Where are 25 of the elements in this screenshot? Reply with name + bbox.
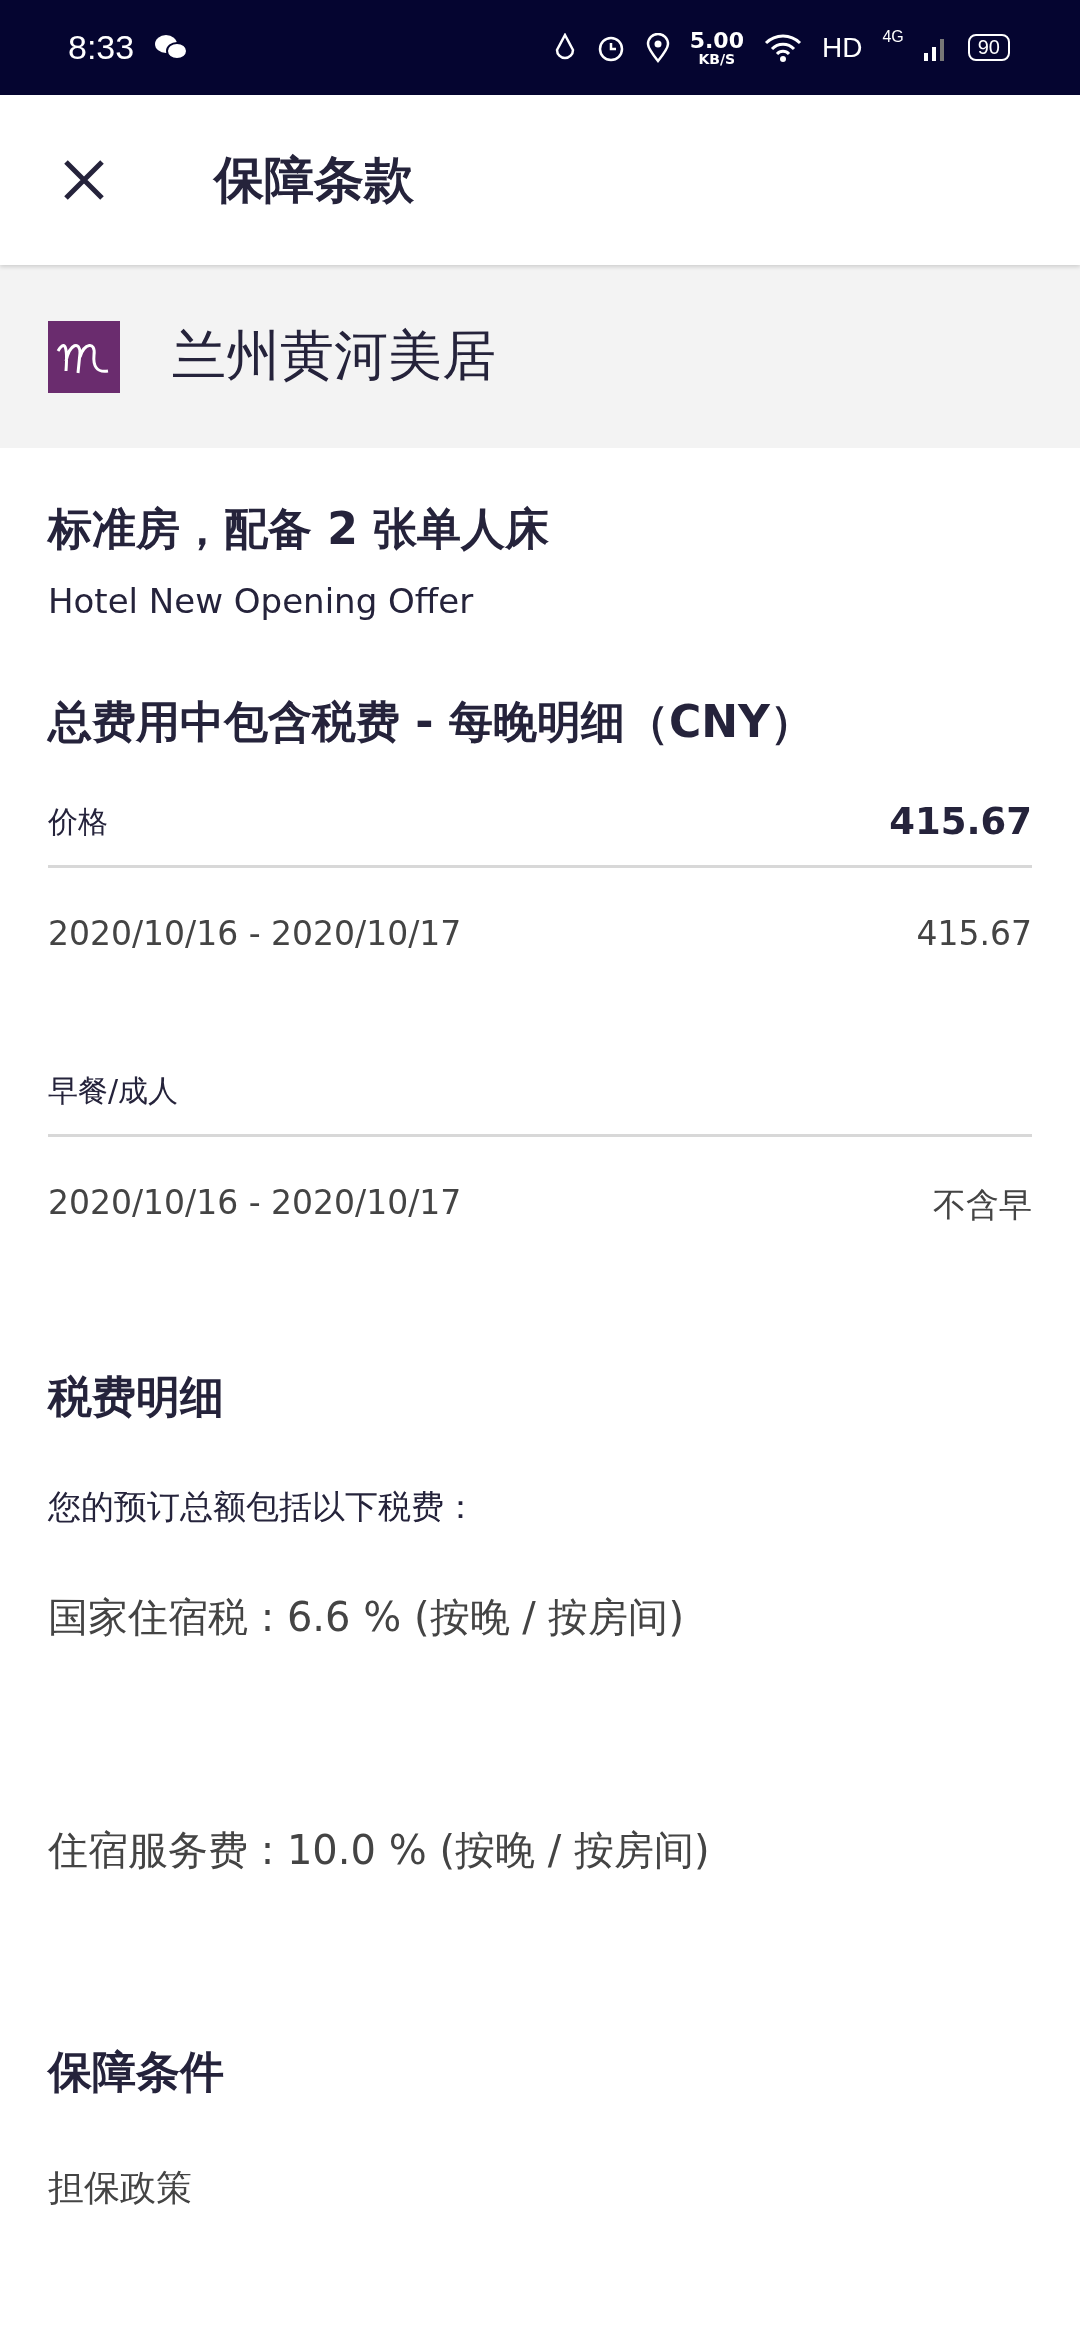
network-type: 4G bbox=[882, 28, 904, 46]
wifi-icon bbox=[763, 32, 802, 63]
room-title: 标准房，配备 2 张单人床 bbox=[48, 502, 551, 556]
group-label: 早餐/成人 bbox=[48, 1072, 179, 1110]
tax-item: 国家住宿税 : 6.6 % (按晚 / 按房间) bbox=[48, 1593, 686, 1642]
policy-title: 担保政策 bbox=[48, 2166, 193, 2210]
tax-intro: 您的预订总额包括以下税费： bbox=[48, 1486, 478, 1528]
section-title: 税费明细 bbox=[48, 1370, 225, 1424]
section-title: 总费用中包含税费 - 每晚明细（CNY） bbox=[48, 695, 815, 749]
network-speed: 5.00 KB/S bbox=[689, 29, 744, 66]
date-range: 2020/10/16 - 2020/10/17 bbox=[48, 1183, 462, 1224]
price-total: 415.67 bbox=[889, 800, 1032, 843]
clock: 8:33 bbox=[68, 28, 135, 67]
location-icon bbox=[645, 32, 670, 63]
hd-label: HD bbox=[821, 31, 863, 64]
section-title: 保障条件 bbox=[48, 2045, 225, 2099]
battery-level: 90 bbox=[967, 34, 1010, 61]
tax-item: 住宿服务费 : 10.0 % (按晚 / 按房间) bbox=[48, 1826, 711, 1875]
group-label: 价格 bbox=[48, 803, 108, 841]
row-value: 不含早 bbox=[933, 1184, 1032, 1226]
date-range: 2020/10/16 - 2020/10/17 bbox=[48, 914, 462, 953]
page-title: 保障条款 bbox=[214, 149, 414, 211]
offer-name: Hotel New Opening Offer bbox=[48, 581, 475, 621]
hotel-name: 兰州黄河美居 bbox=[172, 323, 496, 389]
row-value: 415.67 bbox=[916, 914, 1032, 953]
